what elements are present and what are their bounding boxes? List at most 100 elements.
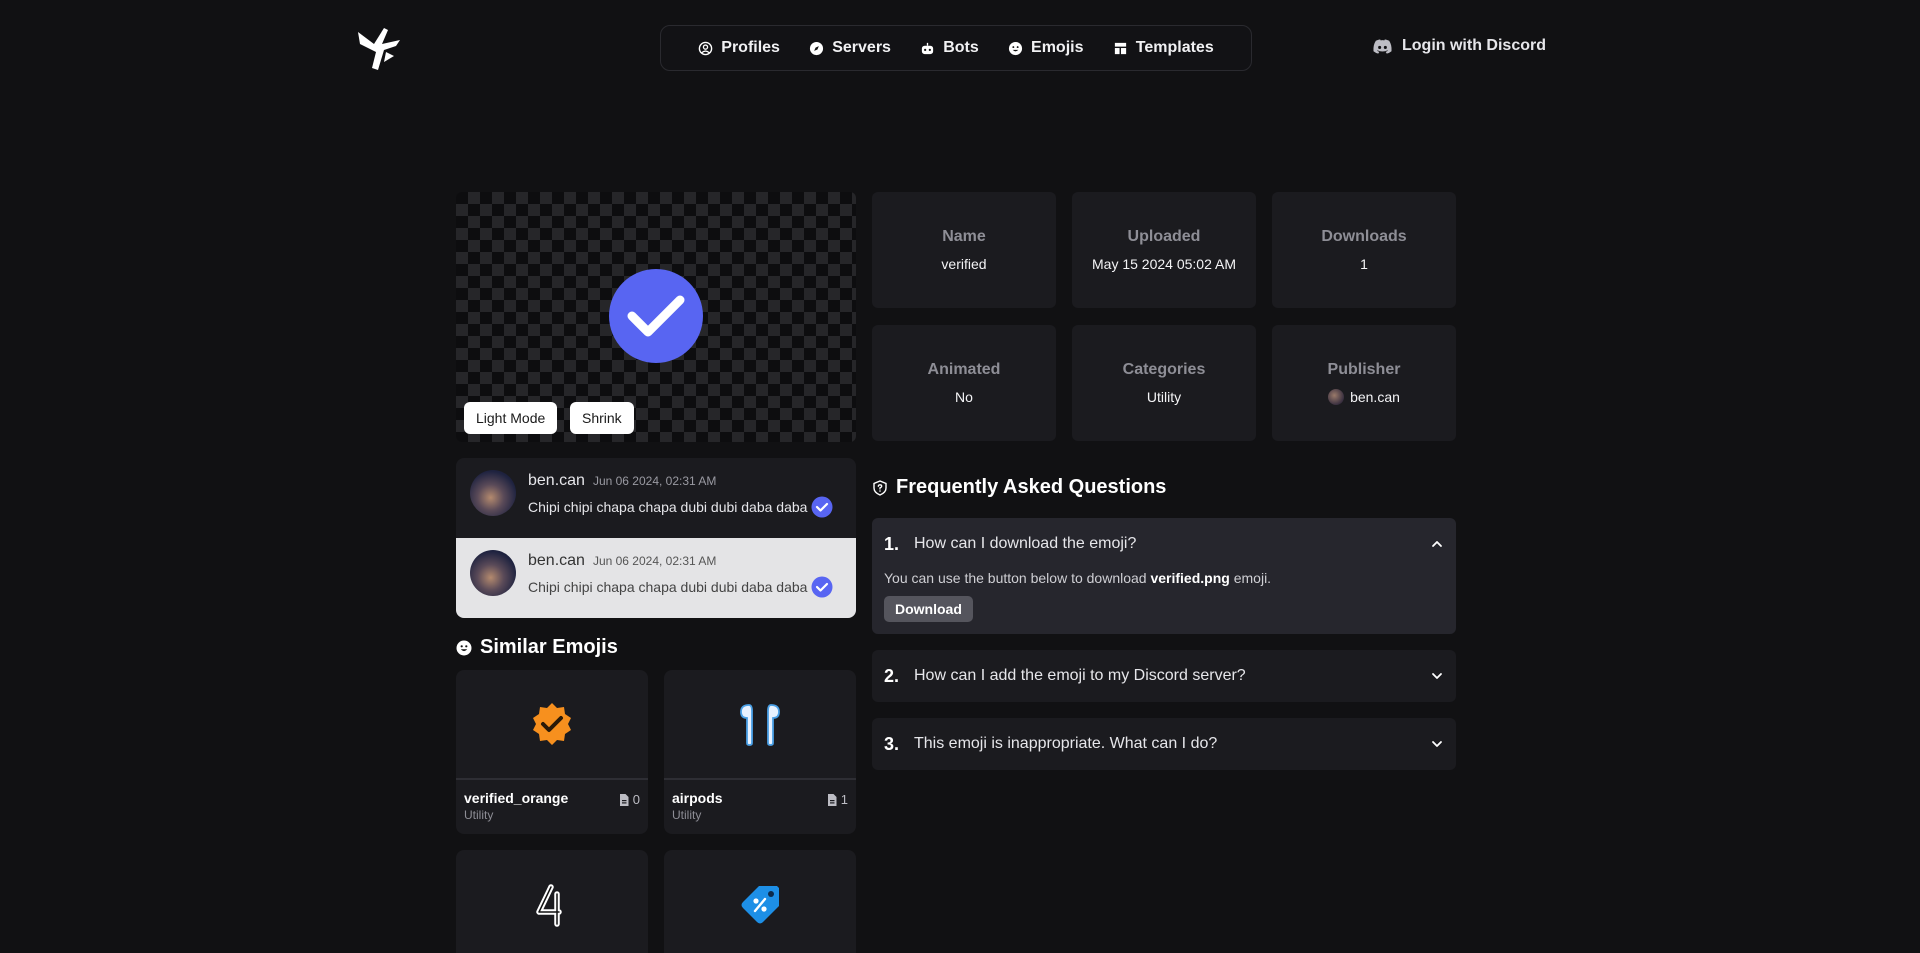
similar-emojis-title: Similar Emojis [480,636,618,658]
info-uploaded-label: Uploaded [1127,228,1201,245]
info-publisher-label: Publisher [1327,361,1401,378]
faq-item-download: 1. How can I download the emoji? You can… [872,518,1456,634]
light-mode-button[interactable]: Light Mode [464,402,558,434]
chevron-down-icon [1432,673,1442,679]
nav-templates[interactable]: Templates [1113,39,1214,57]
faq-answer-file: verified.png [1150,570,1230,586]
avatar [470,470,516,516]
message-preview-light: ben.can Jun 06 2024, 02:31 AM Chipi chip… [456,538,856,618]
info-card-uploaded: Uploaded May 15 2024 05:02 AM [1072,192,1256,308]
compass-icon [810,41,824,55]
faq-question: This emoji is inappropriate. What can I … [914,735,1218,752]
faq-question: How can I add the emoji to my Discord se… [914,667,1246,684]
emoji-preview: Light Mode Shrink [456,192,856,442]
info-downloads-label: Downloads [1321,228,1407,245]
similar-emoji-card[interactable]: verified_orange Utility 0 [456,670,648,834]
nav-emojis-label: Emojis [1031,39,1084,56]
faq-number: 3. [884,733,900,754]
download-count: 1 [827,792,848,807]
info-card-animated: Animated No [872,325,1056,441]
nav-bots-label: Bots [943,39,979,56]
faq-question-toggle[interactable]: 3. This emoji is inappropriate. What can… [872,718,1456,770]
nav-servers[interactable]: Servers [809,39,891,57]
shrink-button[interactable]: Shrink [570,402,634,434]
faq-number: 2. [884,665,900,686]
faq-question-toggle[interactable]: 1. How can I download the emoji? [872,518,1456,570]
faq-question-toggle[interactable]: 2. How can I add the emoji to my Discord… [872,650,1456,702]
faq-answer: You can use the button below to download… [872,570,1456,586]
info-card-publisher: Publisher ben.can [1272,325,1456,441]
similar-emoji-card[interactable] [456,850,648,953]
smiley-icon [456,640,472,655]
message-text: Chipi chipi chapa chapa dubi dubi daba d… [528,499,808,515]
shield-question-icon [873,479,887,496]
chevron-down-icon [1432,741,1442,747]
info-uploaded-value: May 15 2024 05:02 AM [1092,256,1236,272]
nav-profiles[interactable]: Profiles [698,39,780,57]
download-button[interactable]: Download [884,596,973,622]
similar-emoji-category: Utility [672,808,702,822]
main-nav: Profiles Servers Bots Emojis Templates [660,25,1252,71]
message-preview-dark: ben.can Jun 06 2024, 02:31 AM Chipi chip… [456,458,856,538]
discount-tag-emoji-image [741,886,779,924]
publisher-link[interactable]: ben.can [1328,389,1400,405]
chevron-up-icon [1432,541,1442,547]
similar-emoji-card[interactable] [664,850,856,953]
nav-bots[interactable]: Bots [920,39,979,57]
similar-emoji-name: verified_orange [464,790,569,806]
login-label: Login with Discord [1402,37,1546,54]
download-count-value: 1 [840,792,848,807]
verified-orange-emoji-image [533,703,571,745]
info-categories-label: Categories [1122,361,1206,378]
faq-item-inappropriate: 3. This emoji is inappropriate. What can… [872,718,1456,770]
download-count: 0 [619,792,640,807]
user-circle-icon [698,41,713,55]
message-timestamp: Jun 06 2024, 02:31 AM [592,474,717,488]
info-animated-value: No [955,389,973,405]
faq-answer-suffix: emoji. [1233,570,1272,586]
info-name-label: Name [942,228,986,245]
airpods-emoji-image [740,704,780,746]
message-author: ben.can [528,552,585,569]
info-animated-label: Animated [927,361,1001,378]
robot-icon [922,42,934,54]
similar-emoji-name: airpods [672,790,723,806]
info-name-value: verified [941,256,987,272]
info-categories-value[interactable]: Utility [1147,389,1181,405]
discord-icon [1373,38,1392,54]
similar-emoji-card[interactable]: airpods Utility 1 [664,670,856,834]
verified-emoji-icon [811,576,833,598]
download-count-value: 0 [632,792,640,807]
info-card-downloads: Downloads 1 [1272,192,1456,308]
publisher-name: ben.can [1350,389,1400,405]
login-with-discord-button[interactable]: Login with Discord [1373,37,1546,55]
nav-templates-label: Templates [1135,39,1214,56]
verified-emoji-icon [811,496,833,518]
info-downloads-value: 1 [1360,256,1368,272]
number-four-emoji-image [536,884,562,927]
verified-emoji-image [609,269,703,363]
faq-answer-prefix: You can use the button below to download [884,570,1147,586]
faq-title: Frequently Asked Questions [896,476,1167,498]
nav-emojis[interactable]: Emojis [1008,39,1084,57]
layout-icon [1114,42,1126,54]
faq-heading: Frequently Asked Questions [872,476,1166,499]
similar-emoji-category: Utility [464,808,494,822]
file-icon [827,793,837,806]
message-timestamp: Jun 06 2024, 02:31 AM [592,554,717,568]
file-icon [619,793,629,806]
publisher-avatar [1328,389,1345,405]
faq-question: How can I download the emoji? [914,535,1137,552]
smiley-icon [1008,41,1023,55]
info-card-categories: Categories Utility [1072,325,1256,441]
site-logo[interactable] [356,22,404,72]
nav-servers-label: Servers [832,39,891,56]
message-author: ben.can [528,472,585,489]
message-text: Chipi chipi chapa chapa dubi dubi daba d… [528,579,808,595]
avatar [470,550,516,596]
info-card-name: Name verified [872,192,1056,308]
faq-number: 1. [884,533,900,554]
similar-emojis-heading: Similar Emojis [456,636,618,659]
nav-profiles-label: Profiles [721,39,780,56]
faq-item-add-to-server: 2. How can I add the emoji to my Discord… [872,650,1456,702]
